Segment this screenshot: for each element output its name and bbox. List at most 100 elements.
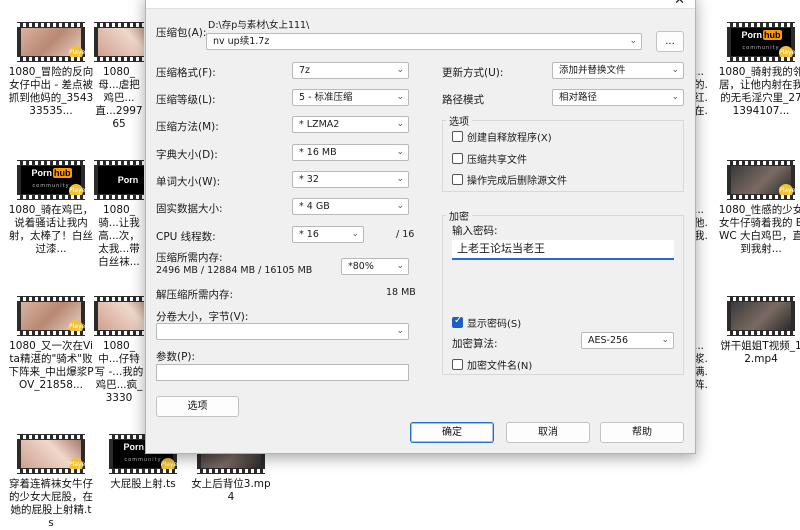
file-item[interactable]: Porn 1080_骑...让我高...次，太我...带白丝袜... bbox=[94, 160, 144, 269]
dict-value: * 16 MB bbox=[299, 147, 337, 158]
format-select[interactable]: 7z ⌄ bbox=[292, 62, 409, 79]
chevron-down-icon: ⌄ bbox=[396, 261, 404, 271]
archive-name-value: nv up续1.7z bbox=[213, 36, 270, 47]
video-thumbnail: PornhubcommunityPlayer bbox=[727, 22, 795, 62]
file-name: 女上后背位3.mp4 bbox=[191, 478, 271, 503]
archive-name-combo[interactable]: nv up续1.7z ⌄ bbox=[206, 33, 642, 50]
file-item[interactable]: Player 穿着连裤袜女牛仔的少女大屁股，在她的屁股上射精.ts bbox=[8, 434, 94, 530]
encrypt-group bbox=[442, 215, 684, 375]
algo-value: AES-256 bbox=[588, 335, 629, 346]
archive-path: D:\存p与素材\女上111\ bbox=[208, 20, 310, 31]
options-group-title: 选项 bbox=[446, 113, 472, 128]
chevron-down-icon: ⌄ bbox=[671, 92, 679, 102]
chevron-down-icon: ⌄ bbox=[661, 335, 669, 345]
algo-label: 加密算法: bbox=[452, 338, 498, 350]
password-label: 输入密码: bbox=[452, 225, 498, 237]
checkbox-icon bbox=[452, 153, 463, 164]
word-label: 单词大小(W): bbox=[156, 176, 221, 188]
file-name: 穿着连裤袜女牛仔的少女大屁股，在她的屁股上射精.ts bbox=[9, 478, 93, 529]
update-select[interactable]: 添加并替换文件 ⌄ bbox=[552, 62, 684, 79]
sfx-checkbox[interactable]: 创建自释放程序(X) bbox=[452, 129, 552, 144]
video-thumbnail: Player bbox=[17, 22, 85, 62]
file-item-partial[interactable]: ...他...我... bbox=[694, 204, 708, 243]
file-item[interactable]: Player 1080_冒险的反向女仔中出 - 差点被抓到他妈的_3543335… bbox=[8, 22, 94, 118]
cancel-button[interactable]: 取消 bbox=[506, 422, 590, 443]
chevron-down-icon: ⌄ bbox=[396, 147, 404, 157]
file-name: 1080_骑在鸡巴，说着骚话让我内射，太棒了！白丝过漆... bbox=[8, 204, 94, 255]
word-select[interactable]: * 32 ⌄ bbox=[292, 171, 409, 188]
level-value: 5 - 标准压缩 bbox=[299, 92, 353, 103]
update-label: 更新方式(U): bbox=[442, 67, 504, 79]
sfx-label: 创建自释放程序(X) bbox=[467, 133, 552, 144]
mem-percent-select[interactable]: *80% ⌄ bbox=[341, 258, 409, 275]
chevron-down-icon: ⌄ bbox=[396, 201, 404, 211]
options-button[interactable]: 选项 bbox=[156, 396, 239, 417]
checkbox-icon bbox=[452, 174, 463, 185]
file-item-partial[interactable]: ...的...红...在... bbox=[694, 66, 708, 118]
method-label: 压缩方法(M): bbox=[156, 121, 219, 133]
file-name: ...的...红...在... bbox=[694, 66, 708, 117]
method-value: * LZMA2 bbox=[299, 119, 340, 130]
mem-percent-value: *80% bbox=[348, 261, 374, 272]
format-label: 压缩格式(F): bbox=[156, 67, 216, 79]
dict-select[interactable]: * 16 MB ⌄ bbox=[292, 144, 409, 161]
file-item[interactable]: Player 1080_性感的少女女牛仔骑着我的 BWC 大白鸡巴，直到我射..… bbox=[718, 160, 800, 256]
dialog-titlebar bbox=[146, 0, 695, 9]
file-item-partial[interactable]: ...浆...满...阵... bbox=[694, 340, 708, 392]
player-badge-icon: Player bbox=[161, 458, 177, 472]
file-name: 1080_中...仔特写 -...我的鸡巴...疯_3330 bbox=[94, 340, 144, 404]
file-name: 1080_母...虐把鸡巴...直...299765 bbox=[95, 66, 143, 130]
file-name: 1080_冒险的反向女仔中出 - 差点被抓到他妈的_354333535... bbox=[8, 66, 94, 117]
path-mode-label: 路径模式 bbox=[442, 94, 484, 106]
params-input[interactable] bbox=[156, 364, 409, 381]
cpu-total: / 16 bbox=[396, 229, 415, 240]
split-select[interactable]: ⌄ bbox=[156, 323, 409, 340]
mem-detail: 2496 MB / 12884 MB / 16105 MB bbox=[156, 265, 313, 276]
file-item[interactable]: 饼干姐姐T视频_12.mp4 bbox=[718, 296, 800, 366]
video-thumbnail: Player bbox=[727, 160, 795, 200]
show-password-label: 显示密码(S) bbox=[467, 319, 522, 330]
file-name: 大屁股上射.ts bbox=[110, 478, 176, 490]
word-value: * 32 bbox=[299, 174, 319, 185]
player-badge-icon: Player bbox=[69, 458, 85, 472]
encrypt-names-checkbox[interactable]: 加密文件名(N) bbox=[452, 357, 532, 372]
cpu-value: * 16 bbox=[299, 229, 319, 240]
chevron-down-icon: ⌄ bbox=[396, 119, 404, 129]
password-input[interactable]: 上老王论坛当老王 bbox=[452, 240, 674, 260]
mem-label: 压缩所需内存: bbox=[156, 252, 223, 264]
shared-checkbox[interactable]: 压缩共享文件 bbox=[452, 151, 527, 166]
path-mode-select[interactable]: 相对路径 ⌄ bbox=[552, 89, 684, 106]
decomp-label: 解压缩所需内存: bbox=[156, 289, 234, 301]
algo-select[interactable]: AES-256 ⌄ bbox=[581, 332, 674, 349]
method-select[interactable]: * LZMA2 ⌄ bbox=[292, 116, 409, 133]
delete-checkbox[interactable]: 操作完成后删除源文件 bbox=[452, 172, 567, 187]
player-badge-icon: Player bbox=[69, 320, 85, 334]
help-button[interactable]: 帮助 bbox=[600, 422, 684, 443]
browse-button[interactable]: ... bbox=[656, 31, 684, 52]
decomp-value: 18 MB bbox=[386, 287, 416, 298]
file-item[interactable]: 1080_中...仔特写 -...我的鸡巴...疯_3330 bbox=[94, 296, 144, 405]
split-label: 分卷大小，字节(V): bbox=[156, 311, 249, 323]
file-name: 饼干姐姐T视频_12.mp4 bbox=[720, 340, 800, 365]
solid-value: * 4 GB bbox=[299, 201, 330, 212]
file-name: 1080_骑...让我高...次，太我...带白丝袜... bbox=[98, 204, 140, 268]
chevron-down-icon: ⌄ bbox=[396, 65, 404, 75]
player-badge-icon: Player bbox=[69, 184, 85, 198]
file-name: ...他...我... bbox=[694, 204, 708, 242]
level-label: 压缩等级(L): bbox=[156, 94, 216, 106]
shared-label: 压缩共享文件 bbox=[467, 155, 527, 166]
video-thumbnail: Porn bbox=[94, 160, 144, 200]
close-icon[interactable]: ✕ bbox=[674, 0, 685, 8]
show-password-checkbox[interactable]: 显示密码(S) bbox=[452, 315, 521, 330]
video-thumbnail: PornhubcommunityPlayer bbox=[17, 160, 85, 200]
level-select[interactable]: 5 - 标准压缩 ⌄ bbox=[292, 89, 409, 106]
solid-select[interactable]: * 4 GB ⌄ bbox=[292, 198, 409, 215]
file-item[interactable]: Player 1080_又一次在Vita精湛的"骑术"败下阵来_中出爆浆POV_… bbox=[8, 296, 94, 392]
file-item[interactable]: PornhubcommunityPlayer 1080_骑射我的邻居，让他内射在… bbox=[718, 22, 800, 118]
cpu-select[interactable]: * 16 ⌄ bbox=[292, 226, 364, 243]
ok-button[interactable]: 确定 bbox=[410, 422, 494, 443]
checked-checkbox-icon bbox=[452, 315, 463, 328]
file-item[interactable]: PornhubcommunityPlayer 1080_骑在鸡巴，说着骚话让我内… bbox=[8, 160, 94, 256]
file-item[interactable]: 1080_母...虐把鸡巴...直...299765 bbox=[94, 22, 144, 131]
cpu-label: CPU 线程数: bbox=[156, 231, 216, 243]
